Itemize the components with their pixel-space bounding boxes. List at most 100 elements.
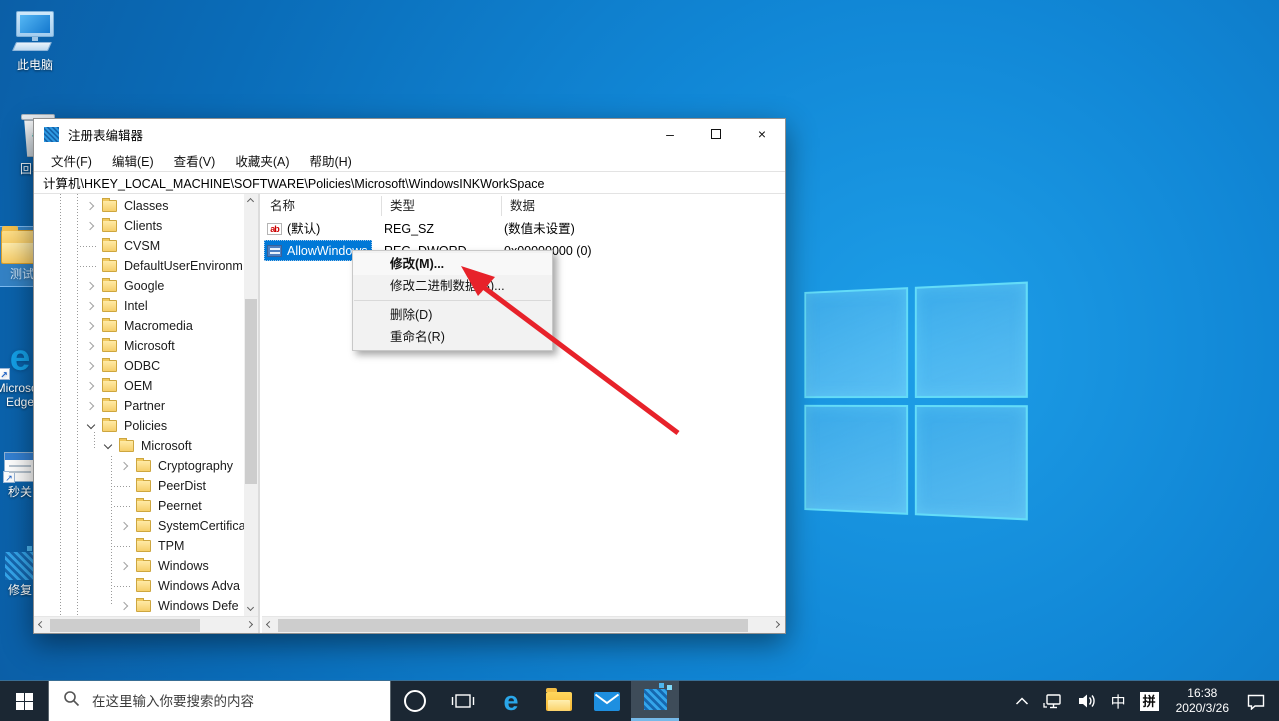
tree-spacer <box>120 501 130 511</box>
tree-item[interactable]: Policies <box>34 416 244 436</box>
tray-network[interactable] <box>1038 681 1068 721</box>
chevron-right-icon[interactable] <box>86 221 96 231</box>
chevron-right-icon[interactable] <box>86 381 96 391</box>
tree-item[interactable]: Cryptography <box>34 456 244 476</box>
tree-spacer <box>120 581 130 591</box>
chevron-right-icon[interactable] <box>120 561 130 571</box>
task-view-button[interactable] <box>439 681 487 721</box>
taskbar-clock[interactable]: 16:38 2020/3/26 <box>1168 681 1237 721</box>
scroll-right-arrow[interactable] <box>244 618 258 632</box>
chevron-right-icon[interactable] <box>86 201 96 211</box>
maximize-button[interactable] <box>693 119 739 149</box>
scrollbar-thumb[interactable] <box>278 619 748 632</box>
reg-dword-icon <box>267 245 282 257</box>
menu-item-0[interactable]: 文件(F) <box>42 149 101 172</box>
cortana-button[interactable] <box>391 681 439 721</box>
action-center-button[interactable] <box>1241 681 1271 721</box>
chevron-right-icon[interactable] <box>86 281 96 291</box>
tree-item-label: Peernet <box>158 499 202 513</box>
tree-item[interactable]: Classes <box>34 196 244 216</box>
tree-item[interactable]: Windows Defe <box>34 596 244 616</box>
column-header-type[interactable]: 类型 <box>382 196 502 216</box>
tree-vertical-scrollbar[interactable] <box>244 194 258 616</box>
scroll-down-arrow[interactable] <box>244 602 258 616</box>
tree-item[interactable]: DefaultUserEnvironm <box>34 256 244 276</box>
list-horizontal-scrollbar[interactable] <box>262 616 785 633</box>
tree-item[interactable]: SystemCertifica <box>34 516 244 536</box>
ime-language-indicator[interactable]: 中 <box>1106 681 1131 721</box>
context-menu-item-4[interactable]: 重命名(R) <box>353 326 552 348</box>
file-explorer-button[interactable] <box>535 681 583 721</box>
folder-icon <box>102 220 117 232</box>
chevron-right-icon[interactable] <box>120 461 130 471</box>
folder-icon <box>102 400 117 412</box>
shortcut-arrow-icon: ↗ <box>3 471 15 483</box>
scrollbar-thumb[interactable] <box>50 619 200 632</box>
title-bar[interactable]: 注册表编辑器 – × <box>34 119 785 149</box>
tree-item[interactable]: Clients <box>34 216 244 236</box>
menu-item-3[interactable]: 收藏夹(A) <box>226 149 298 172</box>
tree-item-label: SystemCertifica <box>158 519 244 533</box>
tree-item[interactable]: OEM <box>34 376 244 396</box>
edge-button[interactable]: e <box>487 681 535 721</box>
column-header-name[interactable]: 名称 <box>262 196 382 216</box>
menu-item-2[interactable]: 查看(V) <box>165 149 225 172</box>
search-input[interactable] <box>92 694 362 709</box>
scroll-up-arrow[interactable] <box>244 194 258 208</box>
context-menu-item-1[interactable]: 修改二进制数据(B)... <box>353 275 552 297</box>
tree-item[interactable]: TPM <box>34 536 244 556</box>
registry-editor-taskbar-button[interactable] <box>631 681 679 721</box>
tree-item[interactable]: Microsoft <box>34 336 244 356</box>
tree-spacer <box>120 481 130 491</box>
tree-horizontal-scrollbar[interactable] <box>34 616 258 633</box>
chevron-right-icon[interactable] <box>86 401 96 411</box>
tree-item[interactable]: Windows <box>34 556 244 576</box>
chevron-right-icon[interactable] <box>86 341 96 351</box>
chevron-right-icon[interactable] <box>86 301 96 311</box>
chevron-right-icon[interactable] <box>86 321 96 331</box>
chevron-right-icon[interactable] <box>86 361 96 371</box>
start-button[interactable] <box>0 681 48 721</box>
context-menu-item-0[interactable]: 修改(M)... <box>353 253 552 275</box>
column-header-data[interactable]: 数据 <box>502 196 782 216</box>
folder-icon <box>102 420 117 432</box>
chevron-right-icon[interactable] <box>120 601 130 611</box>
wallpaper-pane <box>914 282 1027 398</box>
scroll-right-arrow[interactable] <box>771 618 785 632</box>
menu-item-1[interactable]: 编辑(E) <box>103 149 163 172</box>
tree-item[interactable]: PeerDist <box>34 476 244 496</box>
tree-item[interactable]: CVSM <box>34 236 244 256</box>
chevron-right-icon[interactable] <box>120 521 130 531</box>
tray-volume[interactable] <box>1072 681 1102 721</box>
tree-item[interactable]: Partner <box>34 396 244 416</box>
menu-item-4[interactable]: 帮助(H) <box>300 149 360 172</box>
address-bar[interactable]: 计算机\HKEY_LOCAL_MACHINE\SOFTWARE\Policies… <box>34 171 785 194</box>
tree-item[interactable]: Google <box>34 276 244 296</box>
close-button[interactable]: × <box>739 119 785 149</box>
value-data: (数值未设置) <box>504 218 784 240</box>
chevron-down-icon[interactable] <box>86 421 96 431</box>
tree-item[interactable]: Peernet <box>34 496 244 516</box>
tray-chevron-up[interactable] <box>1010 681 1034 721</box>
scroll-left-arrow[interactable] <box>34 618 48 632</box>
scrollbar-thumb[interactable] <box>245 299 257 484</box>
minimize-button[interactable]: – <box>647 119 693 149</box>
value-row-(默认)[interactable]: ab(默认)REG_SZ(数值未设置) <box>262 218 785 240</box>
tree-item[interactable]: Intel <box>34 296 244 316</box>
desktop-icon-this-pc[interactable]: 此电脑 <box>7 11 63 72</box>
windows-logo-wallpaper <box>804 282 1027 521</box>
tree-item[interactable]: Windows Adva <box>34 576 244 596</box>
ime-mode-indicator[interactable]: 拼 <box>1135 681 1164 721</box>
tree-item-label: OEM <box>124 379 152 393</box>
chevron-down-icon[interactable] <box>103 441 113 451</box>
tree-item[interactable]: ODBC <box>34 356 244 376</box>
scroll-left-arrow[interactable] <box>262 618 276 632</box>
tree-item[interactable]: Microsoft <box>34 436 244 456</box>
context-menu-item-3[interactable]: 删除(D) <box>353 304 552 326</box>
folder-icon <box>102 340 117 352</box>
window-title: 注册表编辑器 <box>68 125 143 144</box>
tree-item-label: DefaultUserEnvironm <box>124 259 243 273</box>
taskbar-search[interactable] <box>48 681 391 721</box>
mail-button[interactable] <box>583 681 631 721</box>
tree-item[interactable]: Macromedia <box>34 316 244 336</box>
